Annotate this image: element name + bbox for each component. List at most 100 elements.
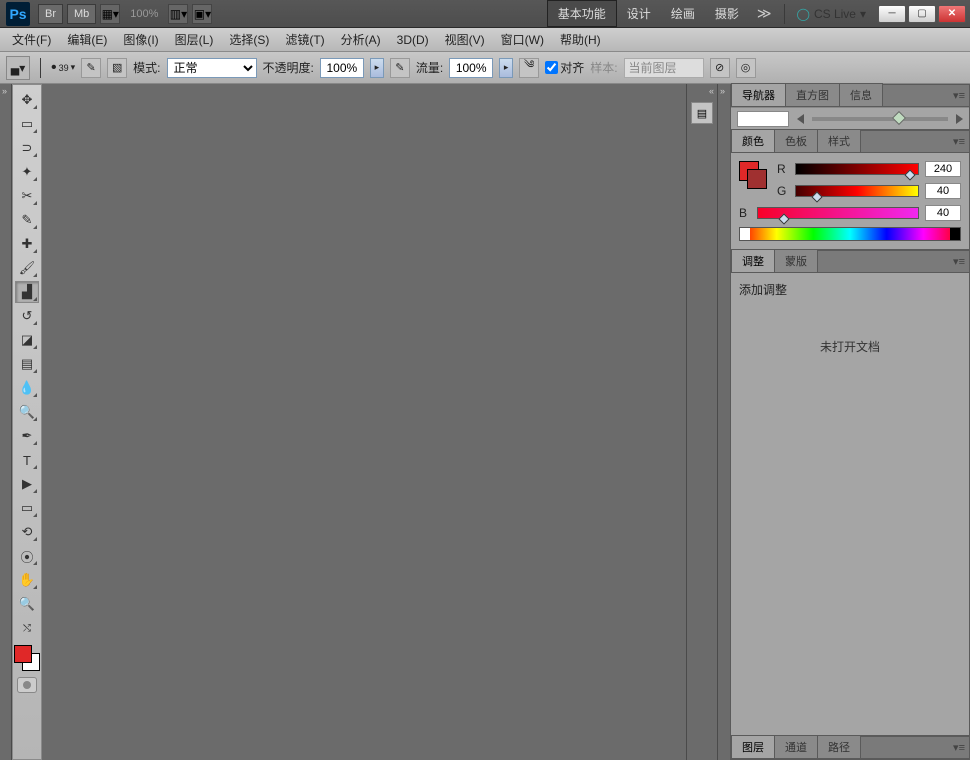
type-tool[interactable]: T <box>15 449 39 471</box>
swap-colors-icon[interactable]: ⤭ <box>15 617 39 639</box>
opacity-input[interactable] <box>320 58 364 78</box>
tab-navigator[interactable]: 导航器 <box>731 83 786 106</box>
menu-analysis[interactable]: 分析(A) <box>333 28 389 51</box>
menu-select[interactable]: 选择(S) <box>221 28 277 51</box>
bridge-button[interactable]: Br <box>38 4 63 24</box>
menu-image[interactable]: 图像(I) <box>115 28 166 51</box>
airbrush-icon[interactable]: ༄ <box>519 58 539 78</box>
menu-file[interactable]: 文件(F) <box>4 28 59 51</box>
ignore-adjust-icon[interactable]: ⊘ <box>710 58 730 78</box>
heal-tool[interactable]: ✚ <box>15 233 39 255</box>
move-tool[interactable]: ✥ <box>15 89 39 111</box>
flow-flyout-icon[interactable]: ▸ <box>499 58 513 78</box>
tab-paths[interactable]: 路径 <box>817 735 861 758</box>
wand-tool[interactable]: ✦ <box>15 161 39 183</box>
workspace-tab-painting[interactable]: 绘画 <box>661 1 705 26</box>
tab-info[interactable]: 信息 <box>839 83 883 106</box>
tablet-size-icon[interactable]: ◎ <box>736 58 756 78</box>
flow-input[interactable] <box>449 58 493 78</box>
history-panel-icon[interactable]: ▤ <box>691 102 713 124</box>
dock-right-strip[interactable]: » <box>718 84 730 760</box>
pattern-toggle-icon[interactable]: ▧ <box>107 58 127 78</box>
tab-channels[interactable]: 通道 <box>774 735 818 758</box>
menu-help[interactable]: 帮助(H) <box>552 28 609 51</box>
minimize-button[interactable]: ─ <box>878 5 906 23</box>
eyedropper-tool[interactable]: ✎ <box>15 209 39 231</box>
screen-mode-icon[interactable]: ▦▾ <box>100 4 120 24</box>
b-slider[interactable] <box>757 207 919 219</box>
zoom-level: 100% <box>130 8 158 20</box>
doc-layout-icon[interactable]: ▣▾ <box>192 4 212 24</box>
navigator-zoom-slider[interactable] <box>812 117 948 121</box>
minibridge-button[interactable]: Mb <box>67 4 96 24</box>
tab-styles[interactable]: 样式 <box>817 129 861 152</box>
hand-tool[interactable]: ✋ <box>15 569 39 591</box>
tab-masks[interactable]: 蒙版 <box>774 249 818 272</box>
color-swatch[interactable] <box>14 645 40 671</box>
workspace-tab-design[interactable]: 设计 <box>617 1 661 26</box>
panel-menu-icon[interactable]: ▾≡ <box>953 741 965 754</box>
3d-camera-tool[interactable]: ⦿ <box>15 545 39 567</box>
menu-layer[interactable]: 图层(L) <box>167 28 222 51</box>
tab-swatches[interactable]: 色板 <box>774 129 818 152</box>
zoom-out-icon[interactable] <box>797 114 804 124</box>
g-label: G <box>777 184 789 198</box>
menu-filter[interactable]: 滤镜(T) <box>277 28 332 51</box>
quickmask-button[interactable] <box>17 677 37 693</box>
panel-menu-icon[interactable]: ▾≡ <box>953 89 965 102</box>
crop-tool[interactable]: ✂ <box>15 185 39 207</box>
cslive-button[interactable]: ◯ CS Live ▾ <box>789 7 875 21</box>
tab-histogram[interactable]: 直方图 <box>785 83 840 106</box>
maximize-button[interactable]: ▢ <box>908 5 936 23</box>
app-logo: Ps <box>6 2 30 26</box>
titlebar: Ps Br Mb ▦▾ 100% ▥▾ ▣▾ 基本功能 设计 绘画 摄影 ≫ ◯… <box>0 0 970 28</box>
g-input[interactable] <box>925 183 961 199</box>
workspace-tab-essentials[interactable]: 基本功能 <box>547 0 617 27</box>
workspace-more-icon[interactable]: ≫ <box>749 5 780 22</box>
blend-mode-select[interactable]: 正常 <box>167 58 257 78</box>
menu-window[interactable]: 窗口(W) <box>493 28 552 51</box>
aligned-checkbox[interactable]: 对齐 <box>545 59 584 76</box>
workspace-tab-photography[interactable]: 摄影 <box>705 1 749 26</box>
brush-preset[interactable]: • 39 ▾ <box>51 59 75 77</box>
r-input[interactable] <box>925 161 961 177</box>
gradient-tool[interactable]: ▤ <box>15 353 39 375</box>
opacity-flyout-icon[interactable]: ▸ <box>370 58 384 78</box>
color-preview[interactable] <box>739 161 767 189</box>
menu-edit[interactable]: 编辑(E) <box>59 28 115 51</box>
3d-tool[interactable]: ⟲ <box>15 521 39 543</box>
marquee-tool[interactable]: ▭ <box>15 113 39 135</box>
arrange-docs-icon[interactable]: ▥▾ <box>168 4 188 24</box>
current-tool-icon[interactable]: ▄▾ <box>6 56 30 80</box>
tab-layers[interactable]: 图层 <box>731 735 775 758</box>
tab-color[interactable]: 颜色 <box>731 129 775 152</box>
pen-tool[interactable]: ✒ <box>15 425 39 447</box>
blur-tool[interactable]: 💧 <box>15 377 39 399</box>
history-brush-tool[interactable]: ↺ <box>15 305 39 327</box>
shape-tool[interactable]: ▭ <box>15 497 39 519</box>
g-slider[interactable] <box>795 185 919 197</box>
brush-panel-icon[interactable]: ✎ <box>81 58 101 78</box>
menu-view[interactable]: 视图(V) <box>437 28 493 51</box>
spectrum-bar[interactable] <box>739 227 961 241</box>
lasso-tool[interactable]: ⊃ <box>15 137 39 159</box>
panel-menu-icon[interactable]: ▾≡ <box>953 135 965 148</box>
dodge-tool[interactable]: 🔍 <box>15 401 39 423</box>
menu-3d[interactable]: 3D(D) <box>389 30 437 50</box>
b-input[interactable] <box>925 205 961 221</box>
panel-menu-icon[interactable]: ▾≡ <box>953 255 965 268</box>
zoom-in-icon[interactable] <box>956 114 963 124</box>
navigator-zoom-input[interactable] <box>737 111 789 127</box>
r-slider[interactable] <box>795 163 919 175</box>
brush-tool[interactable]: 🖌 <box>15 257 39 279</box>
close-button[interactable]: ✕ <box>938 5 966 23</box>
tablet-opacity-icon[interactable]: ✎ <box>390 58 410 78</box>
tab-adjustments[interactable]: 调整 <box>731 249 775 272</box>
eraser-tool[interactable]: ◪ <box>15 329 39 351</box>
foreground-color[interactable] <box>14 645 32 663</box>
aligned-check-input[interactable] <box>545 61 558 74</box>
stamp-tool[interactable]: ▟ <box>15 281 39 303</box>
dock-left-strip[interactable]: » <box>0 84 12 760</box>
zoom-tool[interactable]: 🔍 <box>15 593 39 615</box>
path-select-tool[interactable]: ▶ <box>15 473 39 495</box>
